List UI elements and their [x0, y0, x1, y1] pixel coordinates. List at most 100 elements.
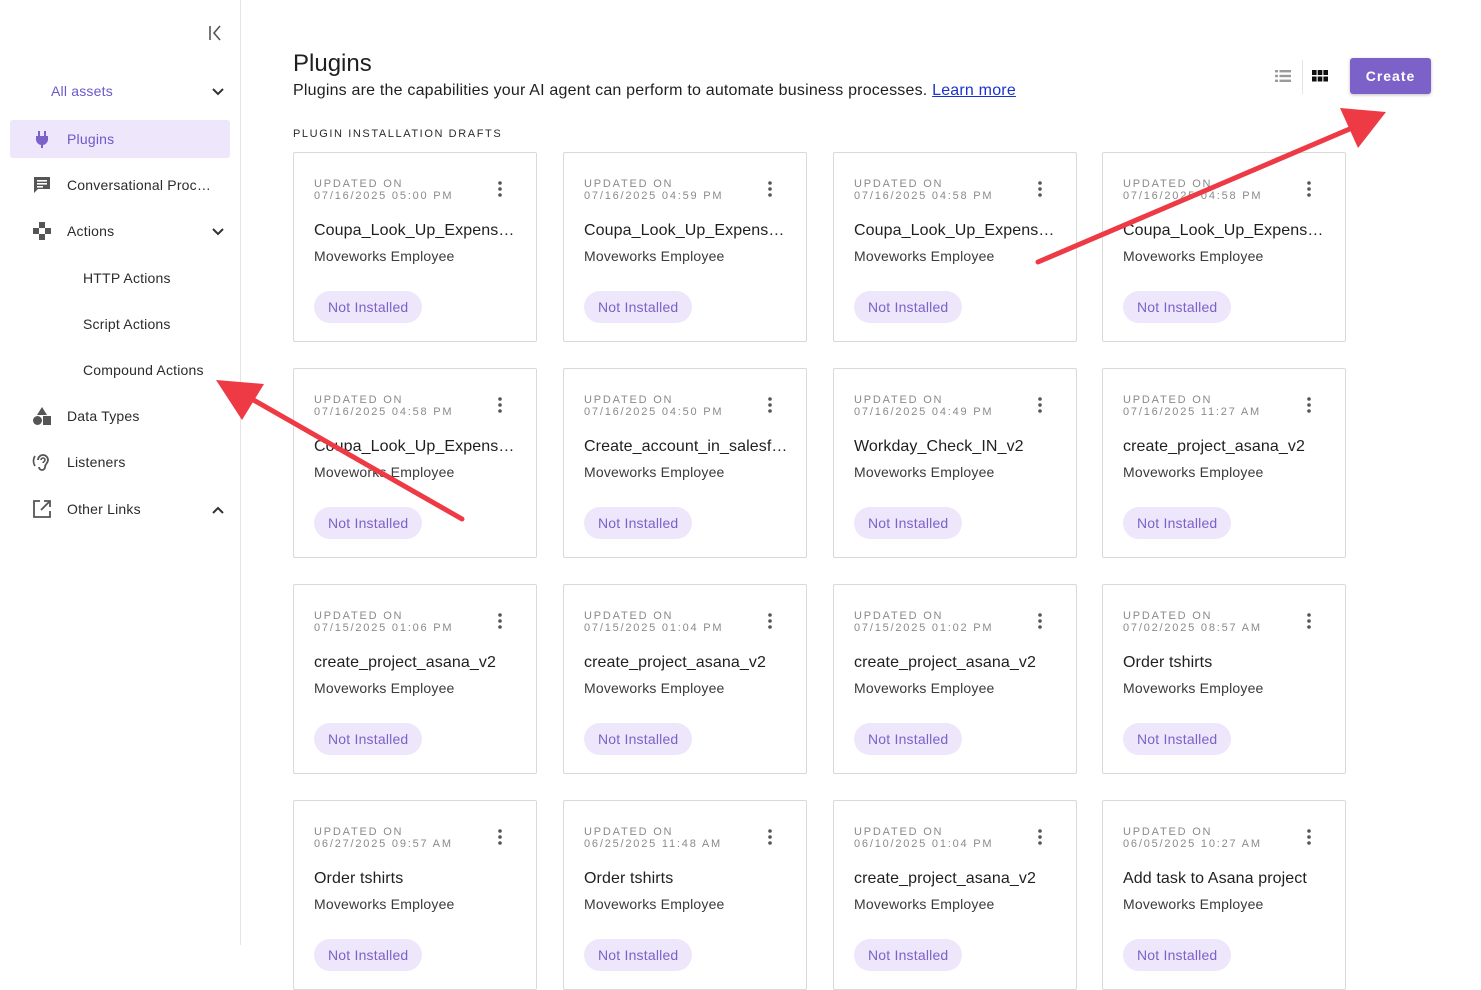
updated-on-label: UPDATED ON — [854, 394, 944, 406]
more-options-icon[interactable] — [1301, 827, 1317, 847]
chevron-up-icon — [212, 506, 224, 514]
updated-on-date: 06/27/2025 09:57 AM — [314, 838, 453, 850]
plugin-card[interactable]: UPDATED ON 07/16/2025 05:00 PM Coupa_Look_… — [293, 152, 537, 342]
plugin-owner: Moveworks Employee — [584, 896, 725, 912]
updated-on-block: UPDATED ON 07/15/2025 01:02 PM — [854, 610, 993, 634]
section-label: PLUGIN INSTALLATION DRAFTS — [293, 128, 503, 140]
more-options-icon[interactable] — [1032, 827, 1048, 847]
sidebar-item-plugins[interactable]: Plugins — [10, 120, 230, 158]
updated-on-label: UPDATED ON — [1123, 394, 1213, 406]
plugin-card[interactable]: UPDATED ON 07/02/2025 08:57 AM Order tshir… — [1102, 584, 1346, 774]
more-options-icon[interactable] — [492, 827, 508, 847]
all-assets-label: All assets — [51, 83, 113, 99]
sidebar-item-actions[interactable]: Actions — [10, 212, 230, 250]
shapes-icon — [33, 407, 51, 425]
plugin-card[interactable]: UPDATED ON 07/15/2025 01:06 PM create_proj… — [293, 584, 537, 774]
collapse-sidebar-icon[interactable] — [204, 22, 226, 44]
sidebar-item-label: Listeners — [67, 454, 126, 470]
more-options-icon[interactable] — [762, 611, 778, 631]
more-options-icon[interactable] — [492, 179, 508, 199]
updated-on-block: UPDATED ON 07/16/2025 11:27 AM — [1123, 394, 1261, 418]
updated-on-block: UPDATED ON 07/16/2025 04:58 PM — [314, 394, 453, 418]
chevron-down-icon — [212, 228, 224, 236]
more-options-icon[interactable] — [762, 827, 778, 847]
plugin-card[interactable]: UPDATED ON 07/16/2025 04:58 PM Coupa_Look_… — [833, 152, 1077, 342]
plugin-owner: Moveworks Employee — [1123, 680, 1264, 696]
updated-on-label: UPDATED ON — [314, 178, 404, 190]
plugin-owner: Moveworks Employee — [1123, 464, 1264, 480]
plugin-card[interactable]: UPDATED ON 06/27/2025 09:57 AM Order tshir… — [293, 800, 537, 990]
main-content: Plugins Plugins are the capabilities you… — [241, 0, 1481, 990]
sidebar-subitem-http-actions[interactable]: HTTP Actions — [83, 270, 171, 286]
list-view-icon[interactable] — [1273, 66, 1293, 86]
plugin-card[interactable]: UPDATED ON 06/10/2025 01:04 PM create_proj… — [833, 800, 1077, 990]
plugin-card[interactable]: UPDATED ON 07/16/2025 04:58 PM Coupa_Look_… — [1102, 152, 1346, 342]
sidebar-item-label: Other Links — [67, 501, 141, 517]
plugin-card[interactable]: UPDATED ON 07/16/2025 04:49 PM Workday_Che… — [833, 368, 1077, 558]
updated-on-date: 07/16/2025 05:00 PM — [314, 190, 454, 202]
plugin-name: create_project_asana_v2 — [854, 654, 1036, 671]
plugin-owner: Moveworks Employee — [314, 248, 455, 264]
plugin-card[interactable]: UPDATED ON 07/16/2025 04:58 PM Coupa_Look_… — [293, 368, 537, 558]
status-badge: Not Installed — [854, 939, 963, 971]
more-options-icon[interactable] — [1301, 179, 1317, 199]
plugin-card[interactable]: UPDATED ON 07/15/2025 01:04 PM create_proj… — [563, 584, 807, 774]
status-badge: Not Installed — [854, 507, 963, 539]
sidebar-item-conversational-processes[interactable]: Conversational Processes — [10, 166, 230, 204]
plugin-name: create_project_asana_v2 — [854, 870, 1036, 887]
updated-on-date: 06/10/2025 01:04 PM — [854, 838, 994, 850]
updated-on-block: UPDATED ON 07/16/2025 04:58 PM — [1123, 178, 1262, 202]
plugin-card[interactable]: UPDATED ON 06/25/2025 11:48 AM Order tshir… — [563, 800, 807, 990]
plugin-name: Order tshirts — [1123, 654, 1213, 671]
plugin-name: Workday_Check_IN_v2 — [854, 438, 1024, 455]
plug-icon — [36, 131, 48, 148]
updated-on-date: 07/15/2025 01:06 PM — [314, 622, 454, 634]
learn-more-link[interactable]: Learn more — [932, 82, 1016, 99]
plugin-owner: Moveworks Employee — [314, 464, 455, 480]
plugin-name: Coupa_Look_Up_Expense_Report — [584, 222, 790, 239]
more-options-icon[interactable] — [492, 611, 508, 631]
updated-on-label: UPDATED ON — [584, 394, 674, 406]
more-options-icon[interactable] — [1301, 611, 1317, 631]
plugin-owner: Moveworks Employee — [584, 464, 725, 480]
updated-on-date: 07/16/2025 04:50 PM — [584, 406, 724, 418]
sidebar-item-data-types[interactable]: Data Types — [10, 397, 230, 435]
updated-on-label: UPDATED ON — [584, 610, 674, 622]
sidebar-subitem-script-actions[interactable]: Script Actions — [83, 316, 171, 332]
updated-on-label: UPDATED ON — [584, 826, 674, 838]
sidebar-item-label: Plugins — [67, 131, 115, 147]
updated-on-block: UPDATED ON 07/16/2025 04:58 PM — [854, 178, 993, 202]
create-button[interactable]: Create — [1350, 58, 1431, 94]
more-options-icon[interactable] — [762, 395, 778, 415]
sidebar-subitem-compound-actions[interactable]: Compound Actions — [83, 362, 204, 378]
more-options-icon[interactable] — [1032, 179, 1048, 199]
sidebar-item-listeners[interactable]: Listeners — [10, 443, 230, 481]
more-options-icon[interactable] — [1032, 611, 1048, 631]
grid-view-icon[interactable] — [1310, 66, 1330, 86]
updated-on-date: 07/16/2025 11:27 AM — [1123, 406, 1261, 418]
more-options-icon[interactable] — [762, 179, 778, 199]
all-assets-dropdown[interactable]: All assets — [0, 78, 240, 106]
status-badge: Not Installed — [854, 723, 963, 755]
updated-on-block: UPDATED ON 07/16/2025 04:59 PM — [584, 178, 723, 202]
plugin-name: create_project_asana_v2 — [584, 654, 766, 671]
more-options-icon[interactable] — [1301, 395, 1317, 415]
more-options-icon[interactable] — [492, 395, 508, 415]
sidebar-item-label: Data Types — [67, 408, 140, 424]
status-badge: Not Installed — [314, 291, 423, 323]
plugin-card[interactable]: UPDATED ON 07/16/2025 11:27 AM create_proj… — [1102, 368, 1346, 558]
plugin-owner: Moveworks Employee — [1123, 896, 1264, 912]
plugin-name: create_project_asana_v2 — [314, 654, 496, 671]
plugin-owner: Moveworks Employee — [854, 680, 995, 696]
plugin-card[interactable]: UPDATED ON 07/15/2025 01:02 PM create_proj… — [833, 584, 1077, 774]
status-badge: Not Installed — [584, 723, 693, 755]
status-badge: Not Installed — [314, 507, 423, 539]
updated-on-label: UPDATED ON — [314, 394, 404, 406]
sidebar-item-other-links[interactable]: Other Links — [10, 490, 230, 528]
plugin-card[interactable]: UPDATED ON 07/16/2025 04:59 PM Coupa_Look_… — [563, 152, 807, 342]
plugin-card[interactable]: UPDATED ON 06/05/2025 10:27 AM Add task to… — [1102, 800, 1346, 990]
plugin-owner: Moveworks Employee — [314, 896, 455, 912]
plugin-card[interactable]: UPDATED ON 07/16/2025 04:50 PM Create_acco… — [563, 368, 807, 558]
updated-on-date: 07/16/2025 04:49 PM — [854, 406, 994, 418]
more-options-icon[interactable] — [1032, 395, 1048, 415]
